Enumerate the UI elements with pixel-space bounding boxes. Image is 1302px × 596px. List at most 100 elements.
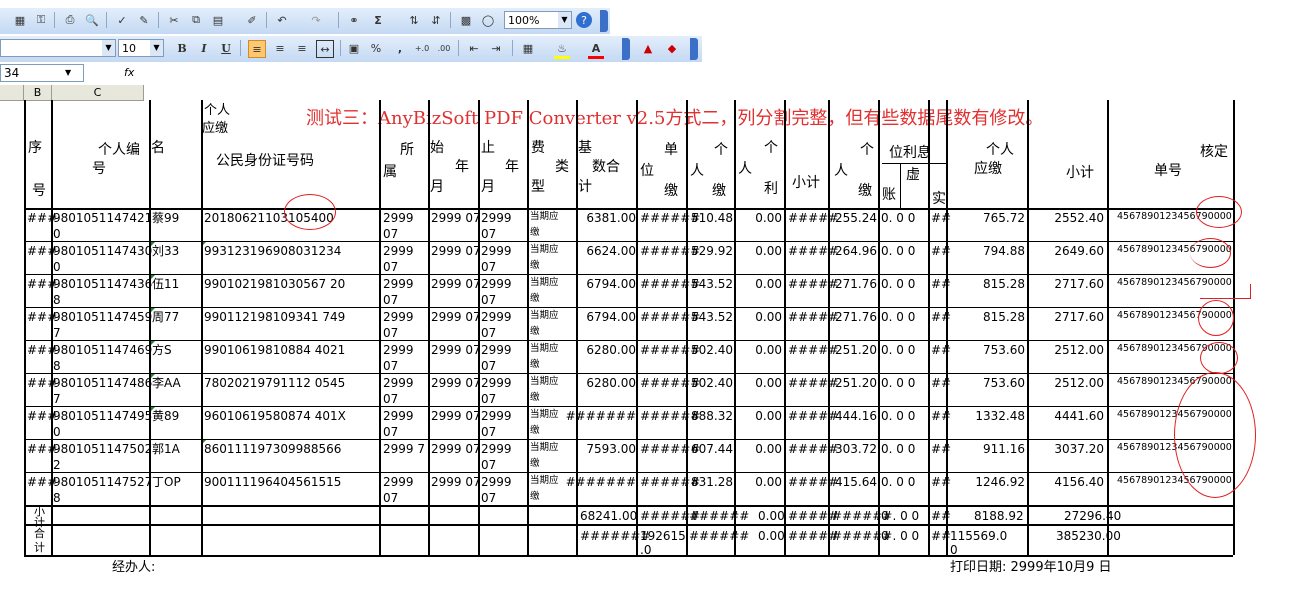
cell-suo2[interactable]: 07	[383, 426, 398, 438]
cell-end2[interactable]: 07	[481, 327, 496, 339]
cell-subtotal[interactable]: 2717.60	[1054, 278, 1104, 290]
cell-fee1[interactable]: 当期应	[530, 443, 559, 453]
cell-wli[interactable]: 0. 0 0	[881, 410, 915, 422]
cell-name[interactable]: 黄89	[152, 410, 179, 422]
cell-fee1[interactable]: 当期应	[530, 476, 559, 486]
cell-start[interactable]: 2999 07	[431, 278, 481, 290]
cell-start[interactable]: 2999 07	[431, 377, 481, 389]
cell-suo1[interactable]: 2999	[383, 212, 414, 224]
cell-pid2[interactable]: 8	[53, 360, 61, 372]
cell-idno[interactable]: 990112198109341 749	[204, 311, 345, 323]
cell-pers[interactable]: 543.52	[691, 278, 733, 290]
cell-fee1[interactable]: 当期应	[530, 410, 559, 420]
cell-sub[interactable]: #####	[788, 212, 838, 224]
cell-pers[interactable]: 831.28	[691, 476, 733, 488]
cell-idno[interactable]: 99010619810884 4021	[204, 344, 345, 356]
cell-subtotal[interactable]: 4156.40	[1054, 476, 1104, 488]
cell-end2[interactable]: 07	[481, 360, 496, 372]
cell-fee2[interactable]: 缴	[530, 261, 540, 271]
cell-start[interactable]: 2999 07	[431, 311, 481, 323]
cell-pid2[interactable]: 0	[53, 426, 61, 438]
cell-suo2[interactable]: 07	[383, 261, 398, 273]
cell-fee2[interactable]: 缴	[530, 228, 540, 238]
cell-sub[interactable]: #####	[788, 311, 838, 323]
cell-end1[interactable]: 2999	[481, 344, 512, 356]
cell-subtotal[interactable]: 2552.40	[1054, 212, 1104, 224]
cell-subtotal[interactable]: 2717.60	[1054, 311, 1104, 323]
cell-interest[interactable]: 0.00	[755, 410, 782, 422]
cell-pers[interactable]: 607.44	[691, 443, 733, 455]
cell-fee1[interactable]: 当期应	[530, 278, 559, 288]
cell-interest[interactable]: 0.00	[755, 245, 782, 257]
cell-interest[interactable]: 0.00	[755, 476, 782, 488]
cell-shi[interactable]: ##	[931, 212, 951, 224]
cell-due[interactable]: 753.60	[983, 377, 1025, 389]
cell-pers2[interactable]: 415.64	[835, 476, 877, 488]
cell-sub[interactable]: #####	[788, 344, 838, 356]
cell-pers2[interactable]: 303.72	[835, 443, 877, 455]
cell-wli[interactable]: 0. 0 0	[881, 443, 915, 455]
cell-pers2[interactable]: 251.20	[835, 344, 877, 356]
cell-pers[interactable]: 888.32	[691, 410, 733, 422]
cell-shi[interactable]: ##	[931, 245, 951, 257]
cell-pid1[interactable]: 9801051147459	[53, 311, 152, 323]
cell-suo2[interactable]: 07	[383, 294, 398, 306]
cell-pers2[interactable]: 251.20	[835, 377, 877, 389]
cell-name[interactable]: 蔡99	[152, 212, 179, 224]
cell-subtotal[interactable]: 2512.00	[1054, 377, 1104, 389]
cell-end2[interactable]: 07	[481, 426, 496, 438]
cell-due[interactable]: 815.28	[983, 311, 1025, 323]
cell-pid2[interactable]: 0	[53, 261, 61, 273]
cell-pid2[interactable]: 0	[53, 228, 61, 240]
cell-base[interactable]: 7593.00	[586, 443, 636, 455]
cell-pid2[interactable]: 7	[53, 393, 61, 405]
cell-pers2[interactable]: 444.16	[835, 410, 877, 422]
cell-shi[interactable]: ##	[931, 377, 951, 389]
cell-shi[interactable]: ##	[931, 311, 951, 323]
cell-end2[interactable]: 07	[481, 261, 496, 273]
cell-sub[interactable]: #####	[788, 377, 838, 389]
cell-end2[interactable]: 07	[481, 492, 496, 504]
cell-shi[interactable]: ##	[931, 476, 951, 488]
cell-name[interactable]: 丁OP	[152, 476, 181, 488]
cell-end1[interactable]: 2999	[481, 311, 512, 323]
cell-base[interactable]: 6794.00	[586, 278, 636, 290]
cell-shi[interactable]: ##	[931, 443, 951, 455]
cell-fee2[interactable]: 缴	[530, 492, 540, 502]
cell-pid2[interactable]: 7	[53, 327, 61, 339]
cell-base[interactable]: 6624.00	[586, 245, 636, 257]
cell-end1[interactable]: 2999	[481, 245, 512, 257]
cell-due[interactable]: 765.72	[983, 212, 1025, 224]
cell-suo1[interactable]: 2999	[383, 410, 414, 422]
cell-pid1[interactable]: 9801051147469	[53, 344, 152, 356]
cell-interest[interactable]: 0.00	[755, 377, 782, 389]
cell-subtotal[interactable]: 2512.00	[1054, 344, 1104, 356]
cell-start[interactable]: 2999 07	[431, 212, 481, 224]
cell-suo1[interactable]: 2999	[383, 245, 414, 257]
cell-due[interactable]: 815.28	[983, 278, 1025, 290]
cell-end1[interactable]: 2999	[481, 278, 512, 290]
cell-pid2[interactable]: 8	[53, 294, 61, 306]
cell-start[interactable]: 2999 07	[431, 410, 481, 422]
cell-due[interactable]: 1332.48	[975, 410, 1025, 422]
cell-pid1[interactable]: 9801051147430	[53, 245, 152, 257]
spreadsheet-grid[interactable]: 个人 应缴 序 号 个人编 号 名 公民身份证号码 所 属 始 年 月 止 年 …	[0, 0, 1302, 596]
cell-sub[interactable]: #####	[788, 443, 838, 455]
cell-base[interactable]: 6794.00	[586, 311, 636, 323]
cell-pers[interactable]: 529.92	[691, 245, 733, 257]
cell-wli[interactable]: 0. 0 0	[881, 278, 915, 290]
cell-end2[interactable]: 07	[481, 294, 496, 306]
cell-pid2[interactable]: 8	[53, 492, 61, 504]
cell-pers2[interactable]: 271.76	[835, 278, 877, 290]
cell-end1[interactable]: 2999	[481, 212, 512, 224]
cell-pid1[interactable]: 9801051147495	[53, 410, 152, 422]
cell-wli[interactable]: 0. 0 0	[881, 245, 915, 257]
cell-wli[interactable]: 0. 0 0	[881, 212, 915, 224]
cell-subtotal[interactable]: 2649.60	[1054, 245, 1104, 257]
cell-suo1[interactable]: 2999	[383, 476, 414, 488]
cell-name[interactable]: 周77	[152, 311, 179, 323]
cell-suo1[interactable]: 2999 7	[383, 443, 425, 455]
cell-suo2[interactable]: 07	[383, 393, 398, 405]
cell-fee2[interactable]: 缴	[530, 294, 540, 304]
cell-wli[interactable]: 0. 0 0	[881, 377, 915, 389]
